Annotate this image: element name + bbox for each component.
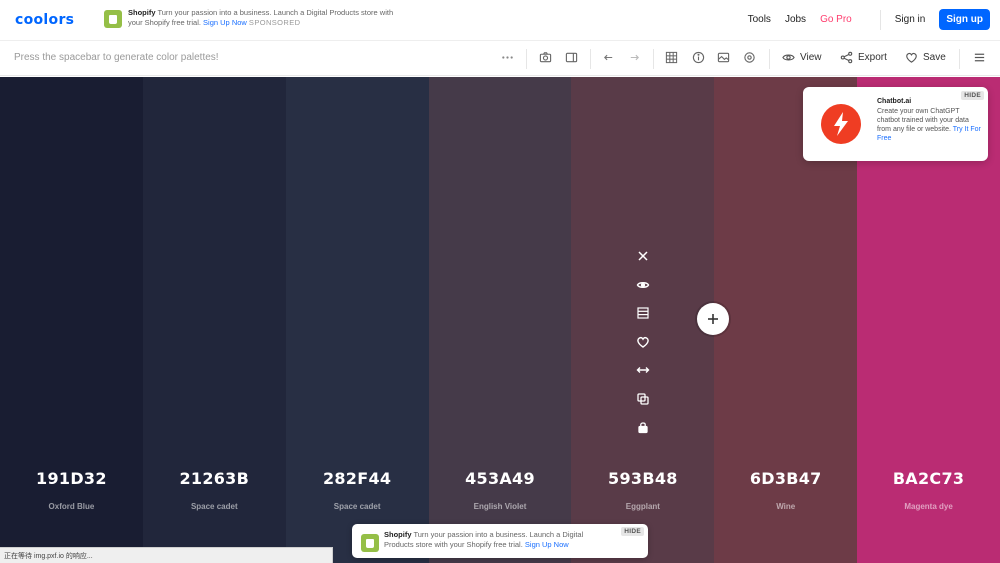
- more-options-icon[interactable]: [501, 51, 514, 64]
- bottom-ad-text: Shopify Turn your passion into a busines…: [384, 530, 614, 550]
- toolbar-divider: [526, 49, 527, 69]
- nav-go-pro[interactable]: Go Pro: [820, 14, 852, 25]
- hide-bottom-ad-button[interactable]: HIDE: [621, 527, 644, 536]
- top-ad-brand: Shopify: [128, 8, 156, 17]
- color-name[interactable]: Magenta dye: [857, 502, 1000, 511]
- lightning-bolt-icon: [821, 104, 861, 144]
- hamburger-menu-icon[interactable]: [973, 51, 986, 64]
- heart-icon: [906, 52, 917, 63]
- top-ad-text: Shopify Turn your passion into a busines…: [128, 8, 394, 32]
- top-navigation-bar: coolors Shopify Turn your passion into a…: [0, 0, 1000, 40]
- column-tools: [634, 247, 652, 447]
- sign-in-link[interactable]: Sign in: [895, 14, 926, 25]
- color-column[interactable]: 453A49 English Violet: [428, 77, 572, 563]
- save-label: Save: [923, 52, 946, 63]
- hide-ad-button[interactable]: HIDE: [961, 91, 984, 100]
- info-icon[interactable]: [692, 51, 705, 64]
- sidebar-toggle-icon[interactable]: [565, 51, 578, 64]
- camera-icon[interactable]: [539, 51, 552, 64]
- favorite-heart-icon[interactable]: [634, 333, 652, 351]
- toolbar-divider: [959, 49, 960, 69]
- color-column[interactable]: 282F44 Space cadet: [285, 77, 429, 563]
- toolbar-divider: [590, 49, 591, 69]
- hex-code[interactable]: 453A49: [429, 469, 572, 488]
- remove-color-icon[interactable]: [634, 247, 652, 265]
- hex-code[interactable]: 21263B: [143, 469, 286, 488]
- hex-code[interactable]: 6D3B47: [714, 469, 857, 488]
- browser-status-bar: 正在等待 img.pxf.io 的响应...: [0, 547, 333, 563]
- shades-icon[interactable]: [634, 276, 652, 294]
- top-ad-link[interactable]: Sign Up Now: [203, 18, 247, 27]
- color-name[interactable]: Space cadet: [143, 502, 286, 511]
- palette-toolbar: Press the spacebar to generate color pal…: [0, 40, 1000, 76]
- top-nav-links: Tools Jobs Go Pro Sign in Sign up: [748, 9, 990, 30]
- plus-icon: [708, 314, 718, 324]
- image-icon[interactable]: [717, 51, 730, 64]
- color-name[interactable]: English Violet: [429, 502, 572, 511]
- save-button[interactable]: Save: [905, 51, 946, 64]
- hex-code[interactable]: 191D32: [0, 469, 143, 488]
- view-shades-icon[interactable]: [634, 304, 652, 322]
- nav-tools[interactable]: Tools: [748, 14, 771, 25]
- hex-code[interactable]: 282F44: [286, 469, 429, 488]
- settings-icon[interactable]: [743, 51, 756, 64]
- redo-icon[interactable]: [628, 51, 641, 64]
- nav-divider: [879, 9, 881, 30]
- export-button[interactable]: Export: [840, 51, 887, 64]
- copy-hex-icon[interactable]: [634, 390, 652, 408]
- drag-arrows-icon[interactable]: [634, 361, 652, 379]
- grid-view-icon[interactable]: [665, 51, 678, 64]
- color-column[interactable]: 21263B Space cadet: [142, 77, 286, 563]
- top-sponsored-ad[interactable]: Shopify Turn your passion into a busines…: [104, 8, 394, 32]
- view-button[interactable]: View: [782, 51, 822, 64]
- color-name[interactable]: Oxford Blue: [0, 502, 143, 511]
- sign-up-button[interactable]: Sign up: [939, 9, 990, 30]
- bottom-ad-link[interactable]: Sign Up Now: [525, 540, 569, 549]
- lock-icon[interactable]: [634, 418, 652, 436]
- chatbot-ad-body: Chatbot.ai Create your own ChatGPT chatb…: [877, 97, 981, 143]
- sponsored-label: SPONSORED: [248, 18, 301, 27]
- toolbar-divider: [653, 49, 654, 69]
- shopify-logo-icon: [104, 10, 122, 28]
- color-name[interactable]: Space cadet: [286, 502, 429, 511]
- coolors-logo[interactable]: coolors: [15, 12, 74, 28]
- share-icon: [840, 51, 853, 64]
- shopify-logo-icon: [361, 534, 379, 552]
- bottom-sponsored-ad[interactable]: Shopify Turn your passion into a busines…: [352, 524, 648, 558]
- spacebar-hint: Press the spacebar to generate color pal…: [14, 52, 219, 63]
- toolbar-divider: [769, 49, 770, 69]
- color-column[interactable]: 191D32 Oxford Blue: [0, 77, 143, 563]
- nav-jobs[interactable]: Jobs: [785, 14, 806, 25]
- view-label: View: [800, 52, 822, 63]
- chatbot-logo: [811, 96, 871, 152]
- chatbot-ad-card[interactable]: Chatbot.ai Create your own ChatGPT chatb…: [803, 87, 988, 161]
- color-name[interactable]: Wine: [714, 502, 857, 511]
- export-label: Export: [858, 52, 887, 63]
- hex-code[interactable]: BA2C73: [857, 469, 1000, 488]
- color-column-active[interactable]: 593B48 Eggplant: [571, 77, 715, 563]
- eye-icon: [782, 54, 795, 61]
- color-name[interactable]: Eggplant: [571, 502, 714, 511]
- bottom-ad-brand: Shopify: [384, 530, 412, 539]
- undo-icon[interactable]: [602, 51, 615, 64]
- hex-code[interactable]: 593B48: [571, 469, 714, 488]
- add-color-button[interactable]: [697, 303, 729, 335]
